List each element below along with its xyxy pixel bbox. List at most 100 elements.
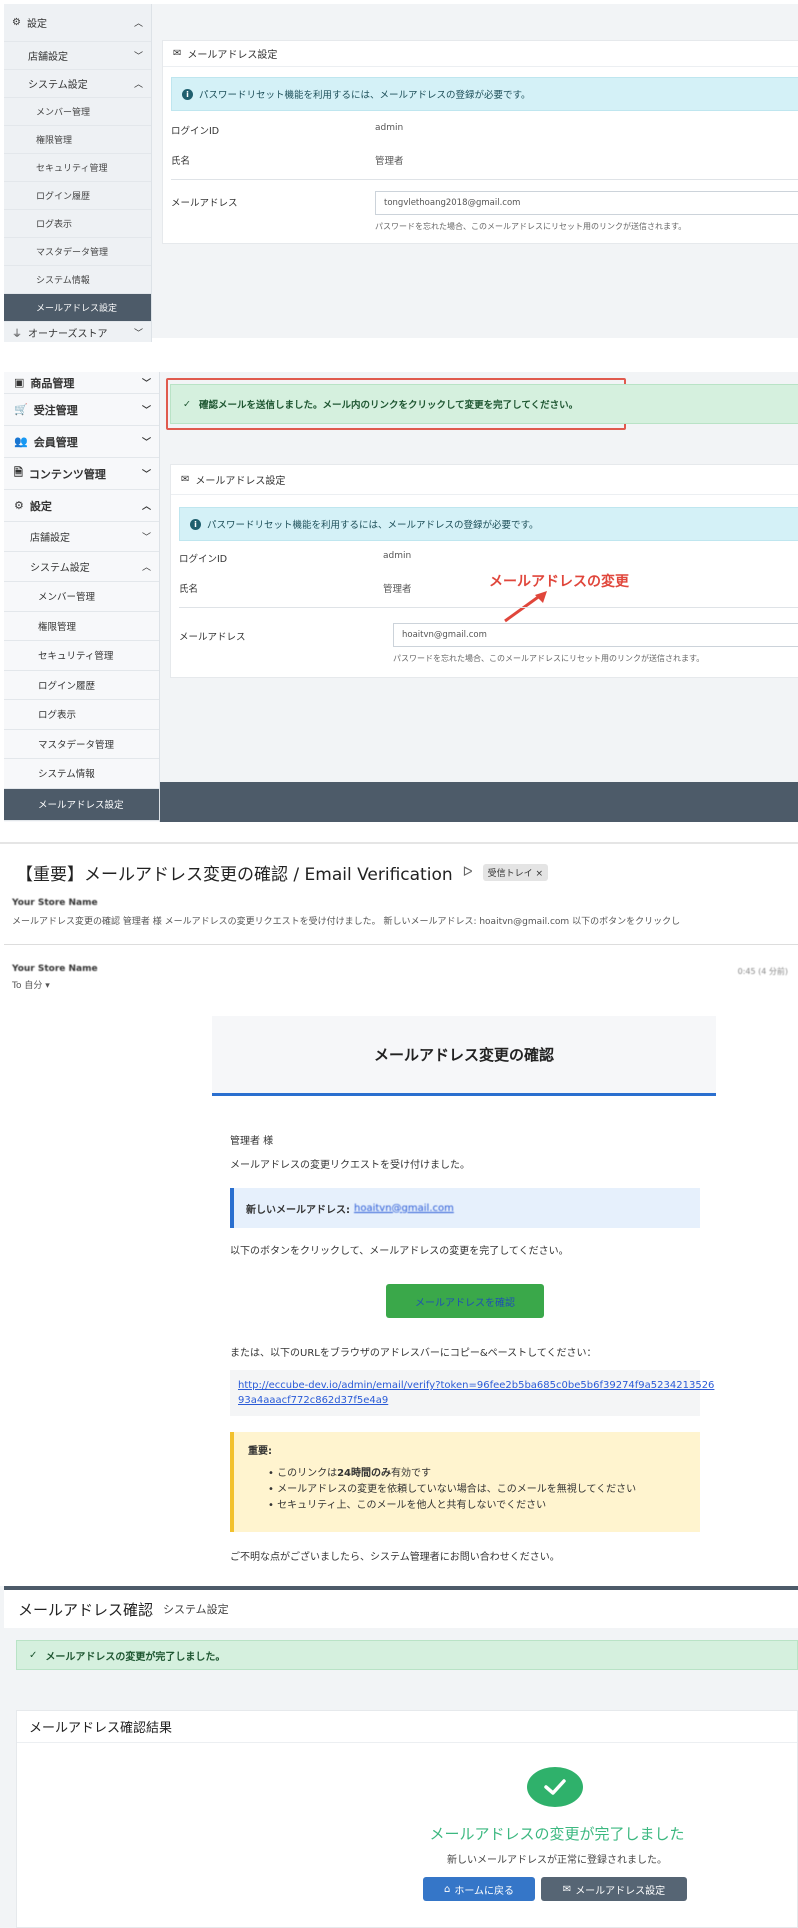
sidebar-item-log[interactable]: ログ表示 xyxy=(4,210,151,238)
important-box: 重要: • このリンクは24時間のみ有効です • メールアドレスの変更を依頼して… xyxy=(230,1432,700,1532)
email-input[interactable]: hoaitvn@gmail.com xyxy=(393,623,798,647)
chevron-up-icon: ︿ xyxy=(133,80,143,90)
sidebar-item-log[interactable]: ログ表示 xyxy=(4,700,159,730)
recipient-line[interactable]: To 自分 ▾ xyxy=(12,978,50,991)
sidebar-item-settings[interactable]: ⚙ 設定 ︿ xyxy=(4,490,159,522)
sidebar-item-permissions[interactable]: 権限管理 xyxy=(4,126,151,154)
sidebar-item-owners-store[interactable]: ⏚ オーナーズストア ﹀ xyxy=(4,322,151,342)
users-icon: 👥 xyxy=(14,435,28,448)
verify-url-line-1[interactable]: http://eccube-dev.io/admin/email/verify?… xyxy=(238,1378,714,1393)
home-button[interactable]: ⌂ ホームに戻る xyxy=(423,1877,535,1901)
sender-name: Your Store Name xyxy=(12,964,98,974)
envelope-icon: ✉ xyxy=(562,1883,572,1895)
email-help-text: パスワードを忘れた場合、このメールアドレスにリセット用のリンクが送信されます。 xyxy=(375,222,687,231)
check-icon: ✓ xyxy=(183,398,191,410)
name-label: 氏名 xyxy=(179,584,199,595)
email-input[interactable]: tongvlethoang2018@gmail.com xyxy=(375,191,798,215)
plug-icon: ⏚ xyxy=(12,329,22,340)
chevron-up-icon: ︿ xyxy=(133,19,143,29)
page-title-bar: メールアドレス確認 システム設定 xyxy=(4,1590,798,1628)
sidebar-item-orders[interactable]: 🛒 受注管理 ﹀ xyxy=(4,394,159,426)
sidebar-item-system-settings[interactable]: システム設定 ︿ xyxy=(4,552,159,582)
gear-icon: ⚙ xyxy=(14,499,24,512)
sidebar-item-store-settings[interactable]: 店舗設定 ﹀ xyxy=(4,522,159,552)
sidebar-item-email-settings[interactable]: メールアドレス設定 xyxy=(4,294,151,322)
verify-email-button[interactable]: メールアドレスを確認 xyxy=(386,1284,544,1318)
info-icon: i xyxy=(190,518,201,530)
sidebar-item-login-history[interactable]: ログイン履歴 xyxy=(4,182,151,210)
box-icon: ▣ xyxy=(14,376,25,389)
envelope-icon: ✉ xyxy=(181,474,190,485)
email-settings-card: ✉ メールアドレス設定 i パスワードリセット機能を利用するには、メールアドレス… xyxy=(162,40,798,244)
login-id-label: ログインID xyxy=(171,126,220,137)
content-area: ✉ メールアドレス設定 i パスワードリセット機能を利用するには、メールアドレス… xyxy=(152,4,798,338)
chevron-down-icon: ﹀ xyxy=(133,329,143,339)
greeting: 管理者 様 xyxy=(230,1136,274,1147)
sidebar-item-permissions[interactable]: 権限管理 xyxy=(4,612,159,641)
chevron-down-icon: ﹀ xyxy=(141,406,151,416)
sidebar-item-system-info[interactable]: システム情報 xyxy=(4,266,151,294)
sidebar-item-system-settings[interactable]: システム設定 ︿ xyxy=(4,70,151,98)
email-label: メールアドレス xyxy=(171,198,238,209)
home-icon: ⌂ xyxy=(443,1883,451,1895)
sidebar-item-members[interactable]: メンバー管理 xyxy=(4,98,151,126)
body-line-2: 以下のボタンをクリックして、メールアドレスの変更を完了してください。 xyxy=(230,1246,569,1257)
success-alert: ✓ 確認メールを送信しました。メール内のリンクをクリックして変更を完了してくださ… xyxy=(170,384,798,424)
info-alert: i パスワードリセット機能を利用するには、メールアドレスの登録が必要です。 xyxy=(179,507,798,541)
new-email-link[interactable]: hoaitvn@gmail.com xyxy=(354,1203,454,1214)
chevron-down-icon: ﹀ xyxy=(133,52,143,62)
page-subtitle: システム設定 xyxy=(163,1603,229,1616)
verify-url-line-2[interactable]: 93a4aaacf772c862d37f5e4a9 xyxy=(238,1393,692,1408)
email-label: メールアドレス xyxy=(179,632,246,643)
footer-bar xyxy=(160,782,798,822)
info-icon: i xyxy=(182,88,193,100)
sidebar-item-members[interactable]: 👥 会員管理 ﹀ xyxy=(4,426,159,458)
login-id-value: admin xyxy=(375,123,404,133)
email-header-box: メールアドレス変更の確認 xyxy=(212,1016,716,1096)
sidebar-item-email-settings[interactable]: メールアドレス設定 xyxy=(4,788,159,821)
sidebar-item-login-history[interactable]: ログイン履歴 xyxy=(4,671,159,700)
sidebar-item-settings[interactable]: ⚙ 設定 ︿ xyxy=(4,4,151,42)
email-heading: メールアドレス変更の確認 xyxy=(373,1046,554,1064)
chevron-down-icon: ﹀ xyxy=(141,379,151,389)
divider xyxy=(4,944,798,945)
chevron-down-icon: ﹀ xyxy=(141,533,151,543)
email-snippet: メールアドレス変更の確認 管理者 様 メールアドレスの変更リクエストを受け付けま… xyxy=(12,917,681,927)
email-settings-button[interactable]: ✉ メールアドレス設定 xyxy=(541,1877,687,1901)
name-value: 管理者 xyxy=(383,584,412,595)
divider xyxy=(179,607,798,608)
file-icon: 🗎 xyxy=(14,466,23,479)
sidebar-item-members-mgmt[interactable]: メンバー管理 xyxy=(4,582,159,612)
inbox-tag[interactable]: 受信トレイ × xyxy=(482,864,549,881)
email-settings-card: ✉ メールアドレス設定 i パスワードリセット機能を利用するには、メールアドレス… xyxy=(170,464,798,678)
login-id-value: admin xyxy=(383,551,412,561)
chevron-up-icon: ︿ xyxy=(141,563,151,573)
page-title: メールアドレス確認 xyxy=(18,1600,154,1619)
cart-icon: 🛒 xyxy=(14,403,28,416)
new-email-box: 新しいメールアドレス: hoaitvn@gmail.com xyxy=(230,1188,700,1228)
login-id-label: ログインID xyxy=(179,554,228,565)
sidebar-item-contents[interactable]: 🗎 コンテンツ管理 ﹀ xyxy=(4,458,159,490)
email-time: 0:45 (4 分前) xyxy=(737,967,788,976)
important-marker-icon[interactable]: ᐅ xyxy=(463,865,473,880)
sidebar-item-products[interactable]: ▣ 商品管理 ﹀ xyxy=(4,372,159,394)
important-bullet-1: • このリンクは24時間のみ有効です xyxy=(268,1468,431,1479)
info-alert: i パスワードリセット機能を利用するには、メールアドレスの登録が必要です。 xyxy=(171,77,798,111)
sender-name-top: Your Store Name xyxy=(12,898,98,908)
envelope-icon: ✉ xyxy=(173,48,182,59)
sidebar-item-master-data[interactable]: マスタデータ管理 xyxy=(4,238,151,266)
success-alert: ✓ メールアドレスの変更が完了しました。 xyxy=(16,1640,798,1670)
sidebar-item-system-info[interactable]: システム情報 xyxy=(4,759,159,789)
email-help-text: パスワードを忘れた場合、このメールアドレスにリセット用のリンクが送信されます。 xyxy=(393,654,705,663)
top-rule xyxy=(0,842,798,844)
important-bullet-2: • メールアドレスの変更を依頼していない場合は、このメールを無視してください xyxy=(268,1484,637,1495)
card-header: ✉ メールアドレス設定 xyxy=(163,41,798,67)
sidebar-item-security[interactable]: セキュリティ管理 xyxy=(4,641,159,671)
email-subject: 【重要】メールアドレス変更の確認 / Email Verification xyxy=(16,865,453,885)
sidebar-item-store-settings[interactable]: 店舗設定 ﹀ xyxy=(4,42,151,70)
chevron-up-icon: ︿ xyxy=(141,502,151,512)
sidebar: ▣ 商品管理 ﹀ 🛒 受注管理 ﹀ 👥 会員管理 ﹀ 🗎 コンテンツ管理 ﹀ ⚙ 設定 ︿… xyxy=(4,372,160,822)
email-footer-text: ご不明な点がございましたら、システム管理者にお問い合わせください。 xyxy=(230,1552,560,1563)
sidebar-item-master-data[interactable]: マスタデータ管理 xyxy=(4,730,159,759)
sidebar-item-security[interactable]: セキュリティ管理 xyxy=(4,154,151,182)
